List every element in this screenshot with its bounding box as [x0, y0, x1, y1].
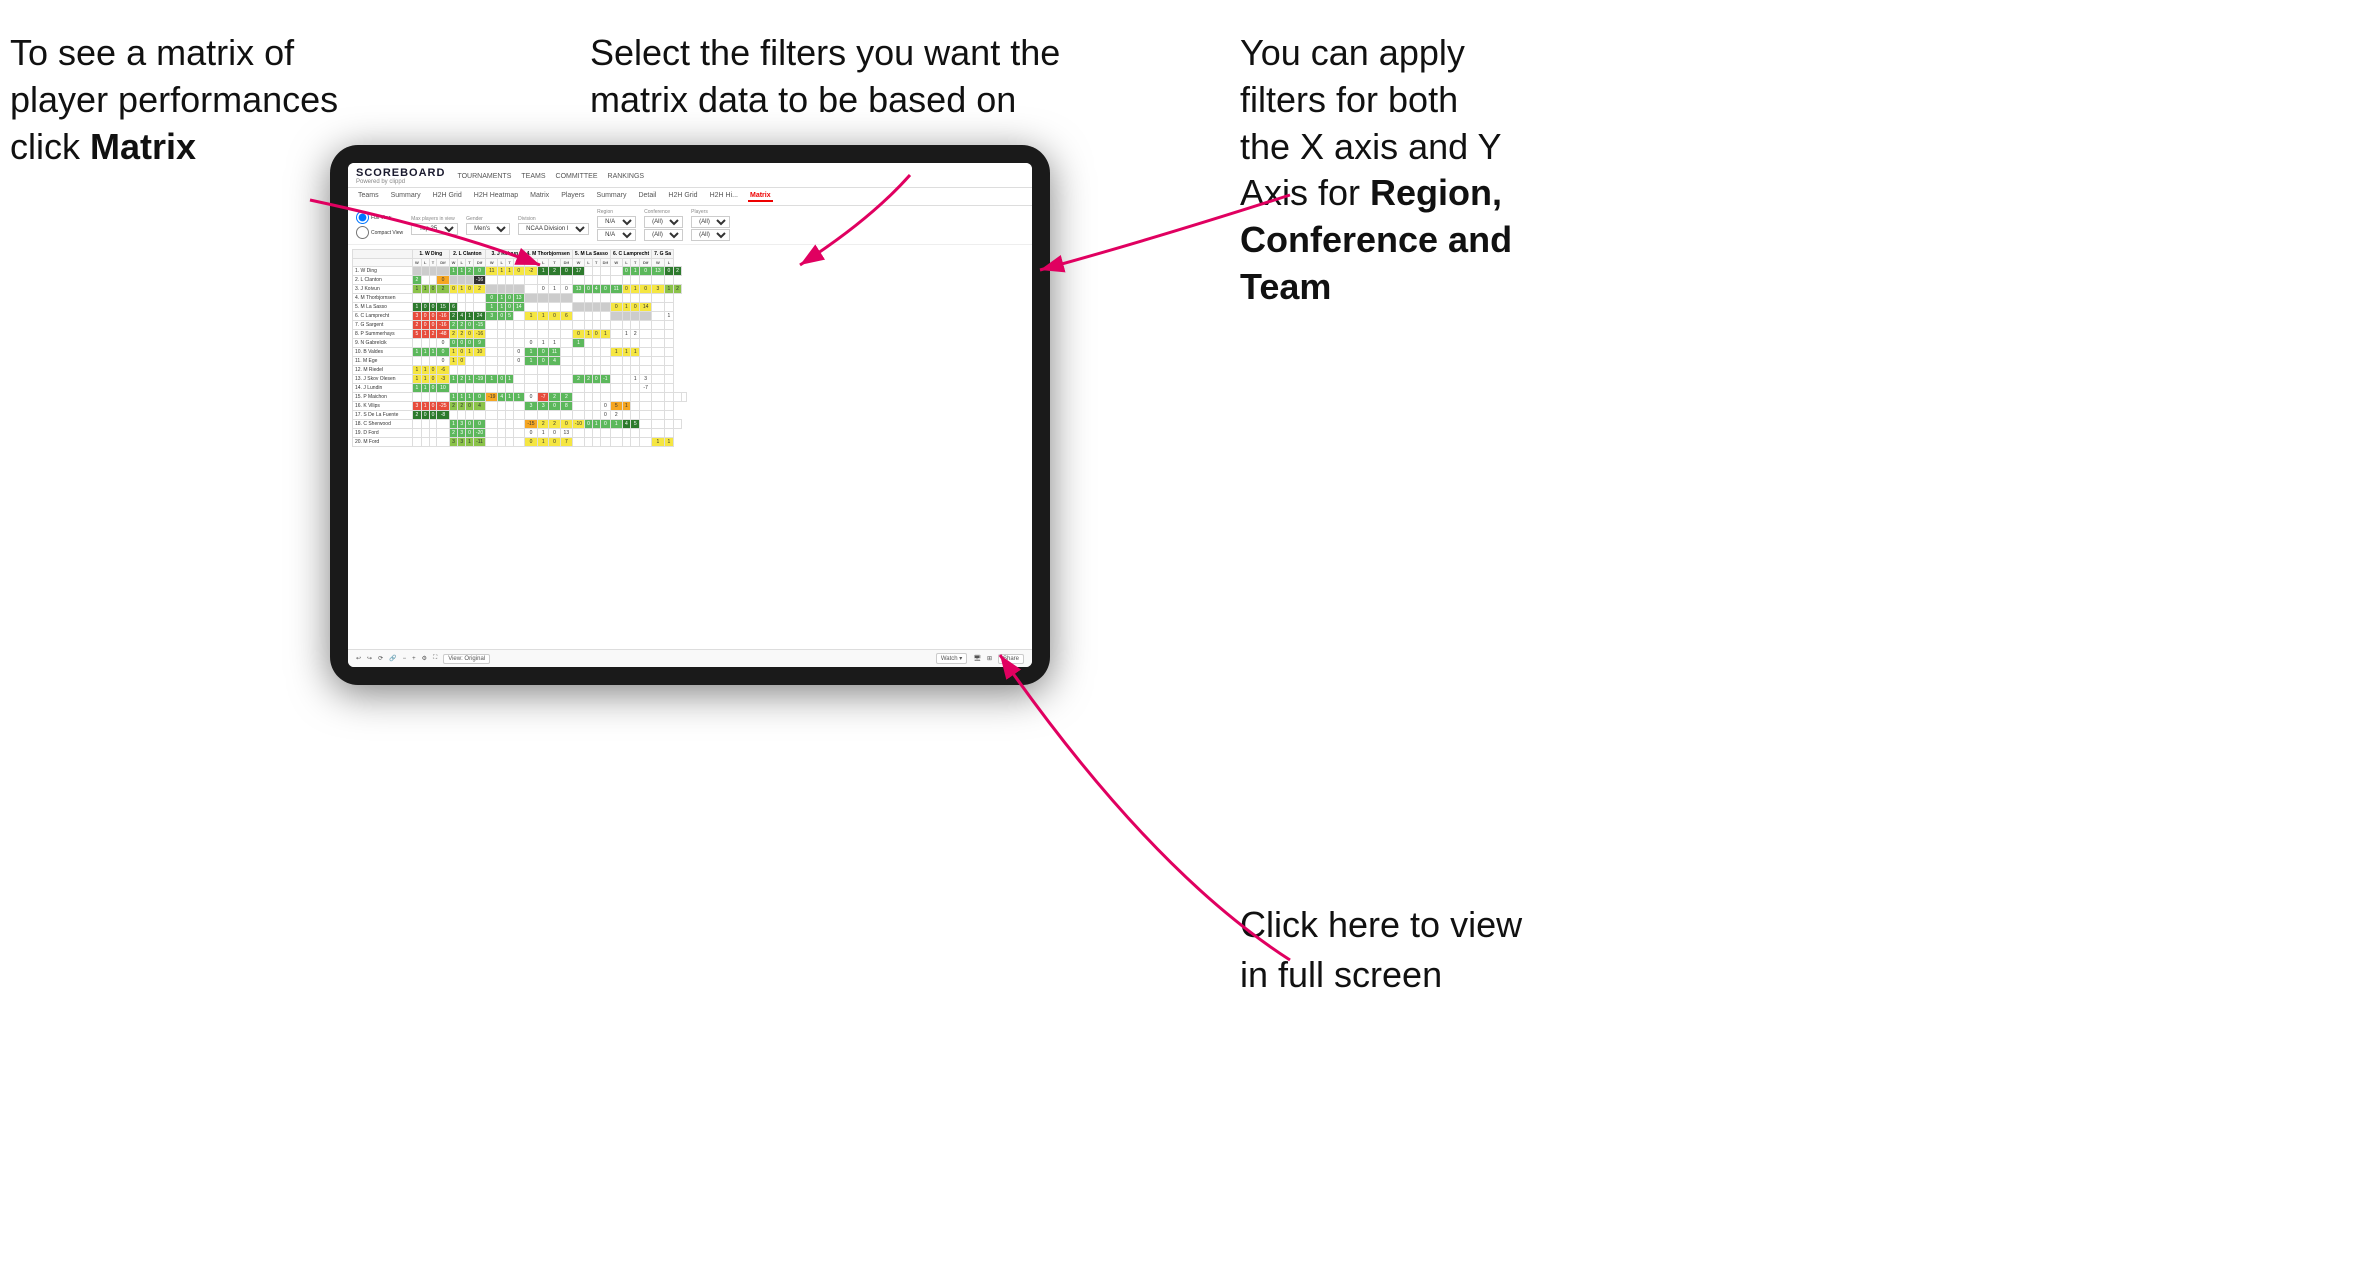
players-select-x[interactable]: (All) — [691, 216, 730, 228]
toolbar-redo[interactable]: ↪ — [367, 655, 372, 662]
filter-region: Region N/A N/A — [597, 209, 636, 241]
tab-matrix-players[interactable]: Matrix — [528, 191, 551, 202]
tab-teams[interactable]: Teams — [356, 191, 381, 202]
table-row: 14. J Lundin 11010 -7 — [353, 384, 687, 393]
matrix-table: 1. W Ding 2. L Clanton 3. J Koivun 4. M … — [352, 249, 687, 447]
annotation-top-right: You can apply filters for both the X axi… — [1240, 30, 1512, 311]
col-header-5: 5. M La Sasso — [572, 250, 610, 259]
table-row: 6. C Lamprecht 300-16 24124 305 1106 1 — [353, 312, 687, 321]
tab-h2h-hi[interactable]: H2H Hi... — [708, 191, 740, 202]
toolbar-screen[interactable]: 🖥 — [973, 655, 981, 662]
conference-select-x[interactable]: (All) — [644, 216, 683, 228]
table-row: 5. M La Sasso 10015 6 11014 01014 — [353, 303, 687, 312]
tab-summary2[interactable]: Summary — [595, 191, 629, 202]
full-view-option[interactable]: Full View — [356, 211, 403, 224]
tab-matrix[interactable]: Matrix — [748, 191, 773, 202]
col-header-7: 7. G Sa — [652, 250, 674, 259]
app-logo: SCOREBOARD Powered by clippd — [356, 167, 445, 185]
toolbar-view-original[interactable]: View: Original — [443, 654, 490, 664]
table-row: 15. P Maichon 1110 -19 4110 -7 22 — [353, 393, 687, 402]
nav-tournaments[interactable]: TOURNAMENTS — [457, 173, 511, 180]
tab-detail[interactable]: Detail — [636, 191, 658, 202]
table-row: 11. M Ege 0 10 0 104 — [353, 357, 687, 366]
col-header-empty — [353, 250, 413, 259]
filter-gender: Gender Men's — [466, 216, 510, 235]
max-players-select[interactable]: Top 25 — [411, 223, 458, 235]
tab-h2h-heatmap[interactable]: H2H Heatmap — [472, 191, 520, 202]
filter-players: Players (All) (All) — [691, 209, 730, 241]
table-row: 2. L Clanton 20 -16 — [353, 276, 687, 285]
region-select-x[interactable]: N/A — [597, 216, 636, 228]
table-row: 12. M Riedel 110-6 — [353, 366, 687, 375]
tablet-screen: SCOREBOARD Powered by clippd TOURNAMENTS… — [348, 163, 1032, 667]
filter-conference: Conference (All) (All) — [644, 209, 683, 241]
filter-row: Full View Compact View Max players in vi… — [348, 206, 1032, 245]
scoreboard-header: SCOREBOARD Powered by clippd TOURNAMENTS… — [348, 163, 1032, 188]
table-row: 3. J Koivun 1102 0102 010 13 04011 0103 … — [353, 285, 687, 294]
sub-empty — [353, 259, 413, 267]
table-row: 7. G Sargent 200-16 220-15 — [353, 321, 687, 330]
main-nav: TOURNAMENTS TEAMS COMMITTEE RANKINGS — [457, 173, 644, 180]
nav-teams[interactable]: TEAMS — [521, 173, 545, 180]
table-row: 13. J Skov Olesen 110-3 121-19 101 220-1… — [353, 375, 687, 384]
matrix-container[interactable]: 1. W Ding 2. L Clanton 3. J Koivun 4. M … — [348, 245, 1032, 649]
table-row: 1. W Ding 1120 11 110-2 12017 01013 02 — [353, 267, 687, 276]
tab-h2h-grid[interactable]: H2H Grid — [431, 191, 464, 202]
conference-select-y[interactable]: (All) — [644, 229, 683, 241]
view-options: Full View Compact View — [356, 211, 403, 239]
tab-row: Teams Summary H2H Grid H2H Heatmap Matri… — [348, 188, 1032, 206]
col-header-2: 2. L Clanton — [449, 250, 486, 259]
table-row: 8. P Summerhays 512-48 220-16 0101 12 — [353, 330, 687, 339]
table-row: 10. B Valdes 1110 10110 0 1011 111 — [353, 348, 687, 357]
annotation-top-center: Select the filters you want the matrix d… — [590, 30, 1060, 124]
tab-summary[interactable]: Summary — [389, 191, 423, 202]
sub-w1: W — [413, 259, 422, 267]
filter-max-players: Max players in view Top 25 — [411, 216, 458, 235]
division-select[interactable]: NCAA Division I — [518, 223, 589, 235]
toolbar-undo[interactable]: ↩ — [356, 655, 361, 662]
col-header-1: 1. W Ding — [413, 250, 450, 259]
table-row: 4. M Thorbjornsen 01013 — [353, 294, 687, 303]
tablet-device: SCOREBOARD Powered by clippd TOURNAMENTS… — [330, 145, 1050, 685]
toolbar-fullscreen[interactable]: ⛶ — [433, 655, 437, 662]
toolbar-settings[interactable]: ⚙ — [422, 655, 427, 662]
region-select-y[interactable]: N/A — [597, 229, 636, 241]
nav-committee[interactable]: COMMITTEE — [556, 173, 598, 180]
annotation-bottom-right: Click here to view in full screen — [1240, 900, 1522, 1001]
col-header-6: 6. C Lamprecht — [611, 250, 652, 259]
bottom-toolbar: ↩ ↪ ⟳ 🔗 − + ⚙ ⛶ View: Original Watch ▾ 🖥… — [348, 649, 1032, 667]
toolbar-grid[interactable]: ⊞ — [987, 655, 992, 662]
toolbar-watch[interactable]: Watch ▾ — [936, 653, 967, 664]
table-row: 18. C Sherwood 1300 -15 220-10 0101 45 — [353, 420, 687, 429]
table-row: 20. M Ford 331-11 0107 11 — [353, 438, 687, 447]
toolbar-refresh[interactable]: ⟳ — [378, 655, 383, 662]
tab-h2h-grid2[interactable]: H2H Grid — [666, 191, 699, 202]
table-row: 17. S De La Fuente 200-8 0 2 — [353, 411, 687, 420]
tab-players[interactable]: Players — [559, 191, 586, 202]
col-header-3: 3. J Koivun — [486, 250, 524, 259]
nav-rankings[interactable]: RANKINGS — [608, 173, 645, 180]
annotation-top-left: To see a matrix of player performances c… — [10, 30, 338, 170]
compact-view-option[interactable]: Compact View — [356, 226, 403, 239]
gender-select[interactable]: Men's — [466, 223, 510, 235]
toolbar-zoom-in[interactable]: + — [412, 656, 416, 662]
col-header-4: 4. M Thorbjornsen — [524, 250, 572, 259]
filter-division: Division NCAA Division I — [518, 216, 589, 235]
table-row: 16. K Vilips 310-25 2204 3308 0 51 — [353, 402, 687, 411]
players-select-y[interactable]: (All) — [691, 229, 730, 241]
table-row: 19. D Ford 230-20 01013 — [353, 429, 687, 438]
toolbar-share[interactable]: Share — [998, 654, 1024, 664]
toolbar-link[interactable]: 🔗 — [389, 655, 396, 662]
table-row: 9. N Gabrelcik 0 0009 011 1 — [353, 339, 687, 348]
toolbar-zoom-out[interactable]: − — [403, 656, 407, 662]
